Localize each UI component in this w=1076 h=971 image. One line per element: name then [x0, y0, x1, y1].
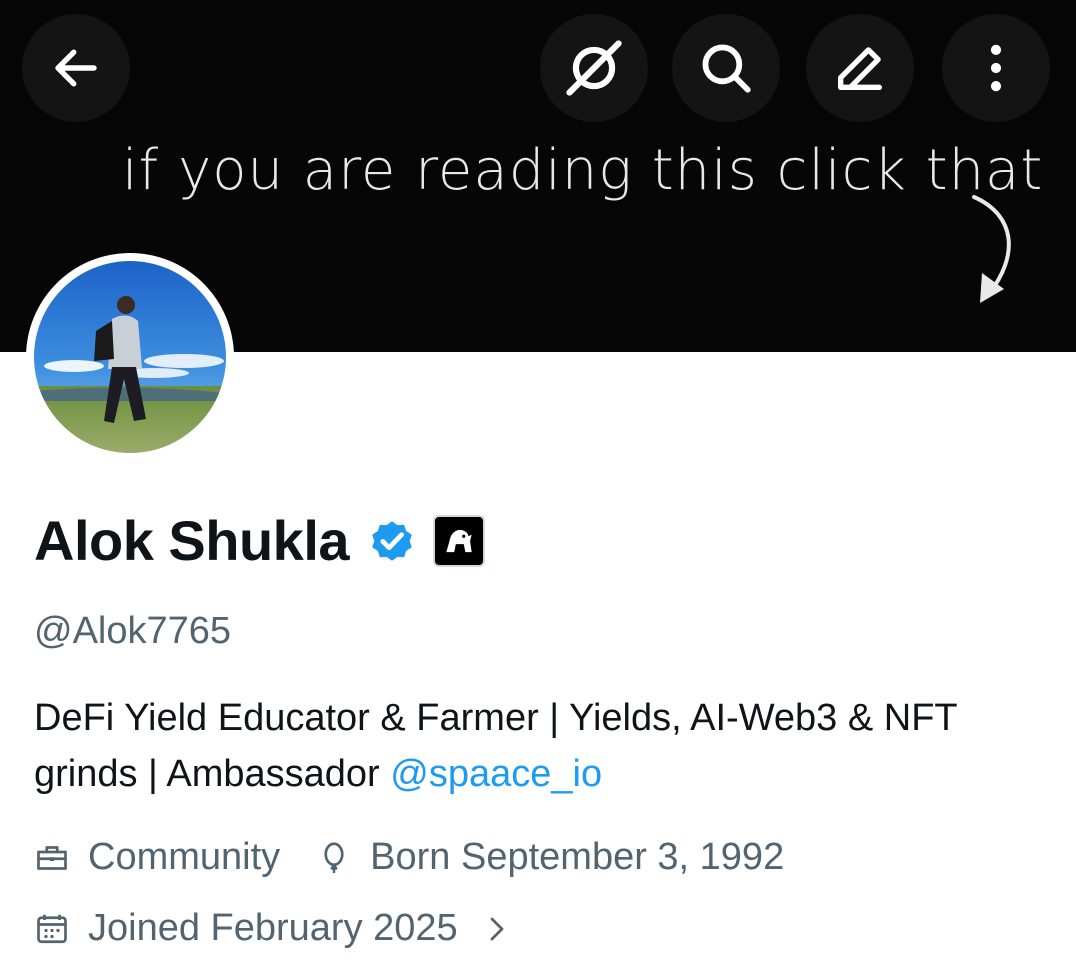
chevron-right-icon	[490, 917, 504, 940]
affiliate-badge[interactable]	[433, 514, 486, 567]
joined-item[interactable]: Joined February 2025	[34, 907, 512, 950]
name-row: Alok Shukla	[34, 508, 486, 573]
bio-mention-link[interactable]: @spaace_io	[390, 753, 602, 795]
banner-arrow-graphic	[972, 195, 1011, 303]
balloon-icon	[324, 841, 344, 873]
banner-text: if you are reading this click that	[122, 138, 1044, 203]
avatar-photo	[34, 261, 226, 453]
lion-logo-icon	[446, 529, 472, 552]
arrow-left-icon	[55, 49, 97, 87]
calendar-icon	[37, 914, 67, 943]
category-item: Community	[34, 836, 280, 879]
profile-handle: @Alok7765	[34, 610, 232, 652]
verified-badge-icon[interactable]	[367, 516, 417, 566]
back-button[interactable]	[22, 14, 130, 122]
grok-icon	[566, 40, 622, 96]
joined-row[interactable]: Joined February 2025	[34, 907, 512, 950]
birthday-label: Born September 3, 1992	[370, 836, 785, 878]
edit-button[interactable]	[806, 14, 914, 122]
more-button[interactable]	[942, 14, 1050, 122]
birthday-item: Born September 3, 1992	[316, 836, 784, 879]
profile-bio: DeFi Yield Educator & Farmer | Yields, A…	[34, 690, 1054, 802]
search-button[interactable]	[672, 14, 780, 122]
joined-label: Joined February 2025	[88, 907, 458, 949]
more-vertical-icon	[990, 44, 1002, 92]
search-icon	[702, 44, 751, 93]
profile-page: if you are reading this click that Alok …	[0, 0, 1076, 971]
edit-icon	[838, 47, 882, 90]
grok-button[interactable]	[540, 14, 648, 122]
avatar[interactable]	[26, 253, 234, 461]
display-name: Alok Shukla	[34, 509, 350, 572]
briefcase-icon	[37, 845, 67, 870]
category-label: Community	[88, 836, 281, 878]
profile-meta-row: Community Born September 3, 1992	[34, 836, 784, 879]
